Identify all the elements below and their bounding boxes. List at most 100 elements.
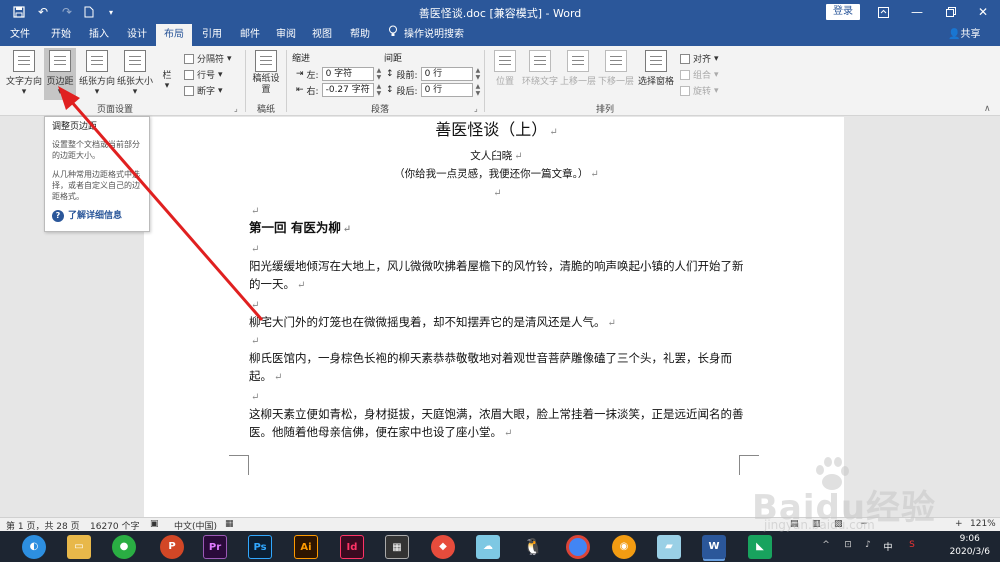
tab-review[interactable]: 审阅 (268, 24, 304, 46)
bring-forward-button[interactable]: 上移一层 (560, 50, 596, 96)
document-title-heading: 善医怪谈（上） ↵ (249, 119, 744, 144)
subtitle-line: （你给我一点灵感，我便还你一篇文章。） ↵ (249, 165, 744, 184)
selection-pane-icon (645, 50, 667, 72)
zoom-in-icon[interactable]: + (955, 519, 963, 529)
spacing-before-field[interactable]: ↕ 段前: 0 行 ▲ ▼ (386, 67, 484, 81)
tell-me-search[interactable]: 操作说明搜索 (388, 24, 464, 46)
video-editor-icon[interactable]: ▦ (385, 535, 409, 559)
zoom-level[interactable]: 121% (970, 519, 996, 529)
send-backward-button[interactable]: 下移一层 (598, 50, 634, 96)
manuscript-settings-button[interactable]: 稿纸设置 (252, 50, 280, 98)
tab-layout[interactable]: 布局 (156, 24, 192, 46)
tab-design[interactable]: 设计 (118, 24, 156, 46)
paragraph-text: 阳光缓缓地倾泻在大地上，风儿微微吹拂着屋檐下的风竹铃，清脆的响声唤起小镇的人们开… (249, 259, 744, 291)
wrap-text-button[interactable]: 环绕文字 (522, 50, 558, 96)
align-icon (680, 53, 690, 64)
manuscript-group-label: 稿纸 (256, 105, 275, 115)
margins-button[interactable]: 页边距 ▾ (44, 48, 76, 100)
indent-right-input[interactable]: -0.27 字符 (321, 83, 374, 97)
orientation-icon (86, 50, 108, 72)
cloud-app-icon[interactable]: ☁ (476, 535, 500, 559)
ribbon-display-icon[interactable] (866, 0, 900, 24)
system-clock[interactable]: 9:06 2020/3/6 (950, 533, 990, 559)
tab-references[interactable]: 引用 (194, 24, 230, 46)
document-page[interactable]: 善医怪谈（上） ↵ 文人臼晓 ↵ （你给我一点灵感，我便还你一篇文章。） ↵ ↵ ↵ … (144, 117, 844, 517)
size-button[interactable]: 纸张大小 ▾ (116, 50, 154, 98)
tab-insert[interactable]: 插入 (80, 24, 118, 46)
wechat-icon[interactable]: ● (112, 535, 136, 559)
volume-icon[interactable]: ♪ (862, 540, 874, 552)
spinner-arrows-icon[interactable]: ▲ ▼ (476, 67, 484, 81)
line-numbers-button[interactable]: 行号 ▾ (184, 68, 223, 81)
tab-mailings[interactable]: 邮件 (232, 24, 268, 46)
tray-expand-icon[interactable]: ^ (820, 540, 832, 552)
premiere-icon[interactable]: Pr (203, 535, 227, 559)
indent-left-label: 左: (306, 70, 319, 81)
columns-button[interactable]: 栏 ▾ (156, 68, 178, 98)
read-mode-icon[interactable]: ▤ (790, 519, 799, 529)
selection-pane-label: 选择窗格 (637, 77, 674, 87)
tab-file[interactable]: 文件 (0, 24, 40, 46)
indent-left-icon: ⇥ (296, 69, 304, 79)
input-method-indicator[interactable]: 中 (882, 540, 894, 553)
spinner-arrows-icon[interactable]: ▲ ▼ (377, 67, 385, 81)
minimize-icon[interactable]: — (900, 0, 934, 24)
chevron-down-icon: ▾ (164, 81, 170, 91)
fox-app-icon[interactable]: ◉ (612, 535, 636, 559)
powerpoint-icon[interactable]: P (160, 535, 184, 559)
chrome-icon[interactable] (566, 535, 590, 559)
qq-icon[interactable]: 🐧 (521, 535, 545, 559)
network-icon[interactable]: ⊡ (842, 540, 854, 552)
spinner-arrows-icon[interactable]: ▲ ▼ (476, 83, 484, 97)
indent-right-field[interactable]: ⇤ 右: -0.27 字符 ▲ ▼ (296, 83, 385, 97)
tooltip-title: 调整页边距 (52, 122, 98, 132)
breaks-button[interactable]: 分隔符 ▾ (184, 52, 232, 65)
notes-app-icon[interactable]: ▰ (657, 535, 681, 559)
login-button[interactable]: 登录 (826, 4, 860, 20)
sogou-input-icon[interactable]: S (906, 540, 918, 552)
align-button[interactable]: 对齐 ▾ (680, 52, 719, 65)
page-setup-launcher-icon[interactable]: ⌟ (234, 104, 238, 113)
help-icon: ? (52, 210, 64, 222)
spacing-before-input[interactable]: 0 行 (420, 67, 473, 81)
green-app-icon[interactable]: ◣ (748, 535, 772, 559)
photoshop-icon[interactable]: Ps (248, 535, 272, 559)
indent-header: 缩进 (292, 54, 311, 64)
macro-icon[interactable]: ▦ (225, 519, 234, 529)
tab-home[interactable]: 开始 (42, 24, 80, 46)
indent-left-input[interactable]: 0 字符 (321, 67, 374, 81)
indesign-icon[interactable]: Id (340, 535, 364, 559)
share-label: 共享 (960, 29, 981, 40)
hyphenation-button[interactable]: 断字 ▾ (184, 84, 223, 97)
close-icon[interactable]: ✕ (966, 0, 1000, 24)
paragraph-launcher-icon[interactable]: ⌟ (474, 104, 478, 113)
collapse-ribbon-icon[interactable]: ∧ (984, 104, 991, 114)
selection-pane-button[interactable]: 选择窗格 (636, 50, 676, 96)
media-app-icon[interactable]: ◆ (431, 535, 455, 559)
text-direction-button[interactable]: 文字方向 ▾ (4, 50, 44, 98)
learn-more-link[interactable]: ? 了解详细信息 (52, 210, 142, 222)
file-explorer-icon[interactable]: ▭ (67, 535, 91, 559)
spacing-after-input[interactable]: 0 行 (420, 83, 473, 97)
spacing-after-field[interactable]: ↕ 段后: 0 行 ▲ ▼ (386, 83, 484, 97)
print-layout-icon[interactable]: ▥ (812, 519, 821, 529)
chevron-down-icon: ▾ (714, 53, 719, 64)
rotate-button[interactable]: 旋转 ▾ (680, 84, 719, 97)
indent-left-field[interactable]: ⇥ 左: 0 字符 ▲ ▼ (296, 67, 385, 81)
orientation-button[interactable]: 纸张方向 ▾ (78, 50, 116, 98)
tooltip-description: 从几种常用边距格式中选择，或者自定义自己的边距格式。 (52, 170, 140, 201)
proofing-icon[interactable]: ▣ (150, 519, 159, 529)
illustrator-icon[interactable]: Ai (294, 535, 318, 559)
group-objects-button[interactable]: 组合 ▾ (680, 68, 719, 81)
tab-help[interactable]: 帮助 (342, 24, 378, 46)
zoom-out-icon[interactable]: − (860, 519, 868, 529)
paragraph-mark: ↵ (297, 280, 306, 291)
tab-view[interactable]: 视图 (304, 24, 340, 46)
word-taskbar-icon[interactable]: W (702, 535, 726, 559)
web-layout-icon[interactable]: ▧ (834, 519, 843, 529)
browser-icon[interactable]: ◐ (22, 535, 46, 559)
spinner-arrows-icon[interactable]: ▲ ▼ (377, 83, 385, 97)
restore-icon[interactable] (934, 0, 968, 24)
share-button[interactable]: 👤共享 (948, 24, 980, 46)
position-button[interactable]: 位置 (490, 50, 520, 96)
